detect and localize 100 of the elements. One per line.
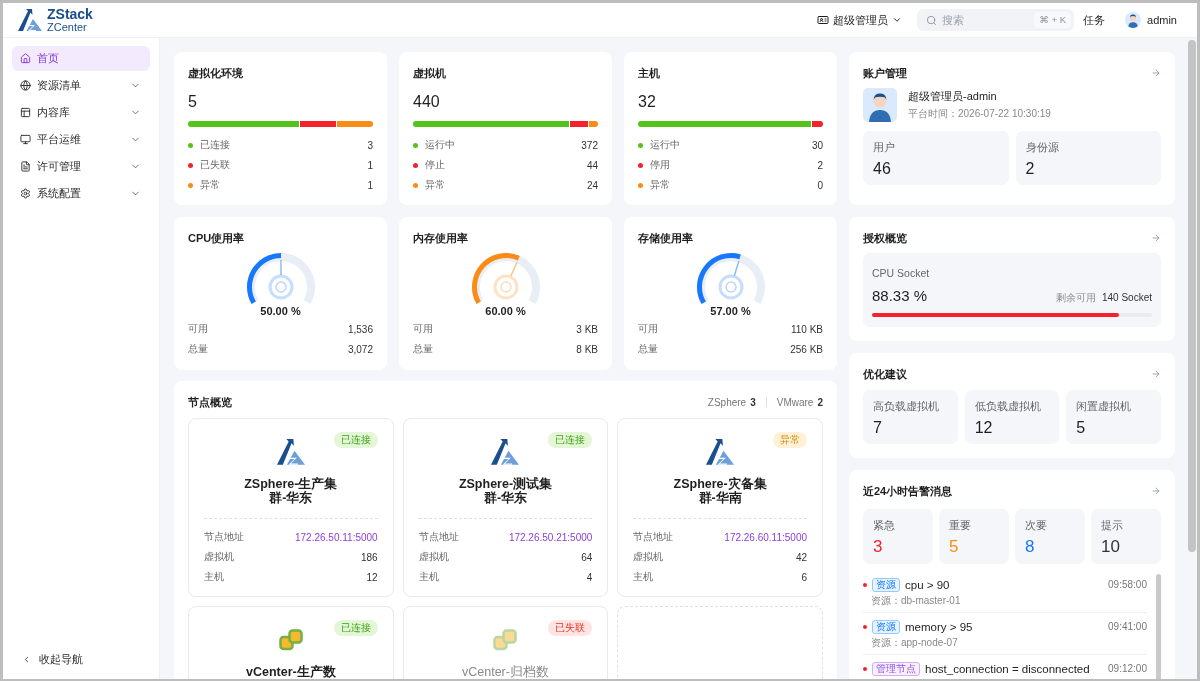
node-value: 4 [586, 571, 593, 583]
node-value: 12 [366, 571, 378, 583]
legend-value: 0 [817, 179, 823, 191]
account-name: 超级管理员-admin [908, 90, 998, 103]
legend-value: 3 [367, 139, 373, 151]
alert-tag: 资源 [872, 578, 900, 592]
stat-label: 闲置虚拟机 [1076, 400, 1133, 412]
stat-label: 次要 [1025, 519, 1048, 531]
collapse-button[interactable]: 收起导航 [12, 647, 150, 672]
card-title: 虚拟化环境 [188, 66, 243, 80]
gauge-needle [718, 260, 743, 300]
node-card[interactable]: 已连接 ZSphere-生产集群-华东 节点地址 172.26.50.11:5000 虚拟机 186 主机 12 [188, 418, 394, 597]
gauge-needle [268, 259, 293, 300]
nav-item[interactable]: 内容库 [12, 100, 150, 125]
chevron-left-icon [22, 655, 31, 664]
arrow-right-icon[interactable] [1151, 233, 1161, 243]
count-value: 2 [817, 396, 823, 408]
usage-label: 总量 [188, 342, 208, 356]
arrow-right-icon[interactable] [1151, 369, 1161, 379]
node-value: 64 [581, 551, 593, 563]
stat-label: 用户 [873, 141, 896, 153]
count-label: VMware [776, 396, 814, 408]
gauge-needle [493, 261, 518, 300]
brand-name: ZStack [47, 7, 93, 21]
house-icon [20, 53, 31, 64]
vmware-icon [278, 629, 303, 651]
card-title: 账户管理 [863, 66, 907, 80]
node-label: 主机 [418, 570, 439, 584]
usage-label: 可用 [638, 322, 658, 336]
alert-time: 09:58:00 [1108, 579, 1147, 591]
nav-item[interactable]: 系统配置 [12, 181, 150, 206]
card-title: 授权概览 [863, 231, 907, 245]
monitor-icon [20, 134, 31, 145]
node-card[interactable]: 已连接 ZSphere-测试集群-华东 节点地址 172.26.50.21:5000 虚拟机 64 主机 4 [402, 418, 609, 597]
node-card[interactable]: 已失联 vCenter-归档数 [402, 606, 609, 679]
stat-label: 高负载虚拟机 [873, 400, 940, 412]
remaining-value: 140 Socket [1101, 292, 1152, 303]
status-badge: 已连接 [548, 432, 593, 448]
vmware-icon [493, 629, 518, 651]
count-value: 3 [750, 396, 756, 408]
node-label: 虚拟机 [633, 550, 664, 564]
node-label: 主机 [204, 570, 224, 584]
alert-detail: 资源：db-master-01 [870, 595, 962, 607]
legend-label: 运行中 [425, 138, 455, 152]
alert-tag: 资源 [872, 620, 900, 634]
globe-icon [20, 80, 31, 91]
arrow-right-icon[interactable] [1151, 68, 1161, 78]
stat-label: 低负载虚拟机 [974, 400, 1042, 412]
alert-time: 09:12:00 [1108, 663, 1147, 675]
alert-title: memory > 95 [905, 620, 973, 634]
node-label: 虚拟机 [418, 550, 449, 564]
nav-item[interactable]: 许可管理 [12, 154, 150, 179]
count-label: ZSphere [707, 396, 747, 408]
nav-item[interactable]: 平台运维 [12, 127, 150, 152]
user-menu[interactable]: admin [1125, 12, 1177, 28]
usage-label: 可用 [188, 322, 208, 336]
legend-value: 30 [811, 139, 823, 151]
stat-label: 身份源 [1025, 141, 1060, 153]
card-title: 优化建议 [863, 367, 907, 381]
role-selector[interactable]: 超级管理员 [817, 12, 903, 28]
legend-value: 24 [586, 179, 598, 191]
card-title: CPU使用率 [188, 231, 245, 245]
scrollbar[interactable] [1188, 40, 1196, 552]
alert-tag: 管理节点 [872, 662, 920, 676]
node-name: vCenter-生产数 [244, 665, 337, 679]
document-icon [20, 161, 31, 172]
stat-value: 5 [1076, 419, 1087, 437]
legend-label: 异常 [425, 178, 445, 192]
usage-value: 3 KB [576, 323, 598, 335]
logo-icon [491, 439, 520, 465]
legend-label: 异常 [650, 178, 670, 192]
node-name: ZSphere-测试集群-华东 [457, 477, 554, 505]
node-value: 6 [801, 571, 807, 583]
node-card[interactable]: 已连接 vCenter-生产数 [188, 606, 394, 679]
remaining-label: 剩余可用 [1055, 291, 1096, 305]
nav-item[interactable]: 首页 [12, 46, 150, 71]
node-name: vCenter-归档数 [461, 665, 550, 679]
legend-label: 停用 [650, 158, 670, 172]
card-title: 近24小时告警消息 [863, 484, 953, 498]
nav-item[interactable]: 资源清单 [12, 73, 150, 98]
legend-value: 2 [817, 159, 823, 171]
usage-value: 1,536 [347, 323, 373, 335]
arrow-right-icon[interactable] [1151, 486, 1161, 496]
tasks-button[interactable]: 任务 [1083, 12, 1106, 28]
stat-value: 12 [974, 419, 994, 437]
node-card[interactable]: 异常 ZSphere-灾备集群-华南 节点地址 172.26.60.11:5000 虚拟机 42 主机 6 [617, 418, 823, 597]
node-label: 节点地址 [204, 530, 244, 544]
alert-time: 09:41:00 [1108, 621, 1147, 633]
usage-value: 110 KB [790, 323, 823, 335]
product-name: ZCenter [47, 21, 88, 33]
node-value: 42 [795, 551, 807, 563]
panels-icon [20, 107, 31, 118]
node-label: 主机 [633, 570, 654, 584]
avatar-icon [1125, 12, 1142, 28]
license-name: CPU Socket [872, 267, 930, 279]
settings-icon [20, 188, 31, 199]
alert-detail: 资源：app-node-07 [870, 637, 959, 649]
legend-value: 1 [367, 159, 373, 171]
logo-icon [18, 8, 42, 32]
node-name: ZSphere-灾备集群-华南 [672, 477, 768, 505]
